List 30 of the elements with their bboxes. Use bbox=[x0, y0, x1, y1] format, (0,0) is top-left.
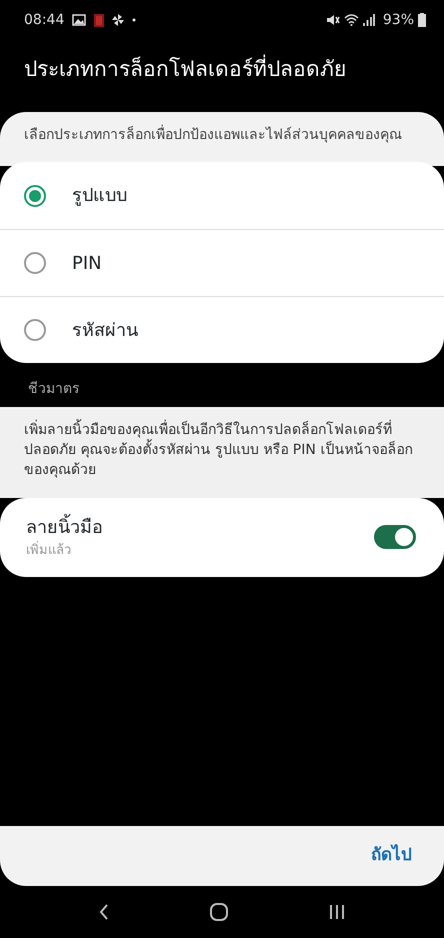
home-icon[interactable] bbox=[210, 903, 228, 921]
option-label: PIN bbox=[72, 252, 102, 276]
section-header: ชีวมาตร bbox=[27, 380, 81, 400]
radio-button[interactable] bbox=[24, 319, 46, 342]
option-label: รหัสผ่าน bbox=[72, 318, 138, 343]
wifi-icon bbox=[344, 14, 359, 26]
toggle-switch[interactable] bbox=[374, 525, 416, 550]
status-time: 08:44 bbox=[24, 10, 64, 30]
signal-icon bbox=[362, 14, 375, 26]
radio-button[interactable] bbox=[24, 184, 46, 207]
back-icon[interactable] bbox=[98, 904, 109, 920]
radio-button[interactable] bbox=[24, 252, 46, 274]
pinwheel-icon bbox=[112, 14, 124, 26]
description-text: เพิ่มลายนิ้วมือของคุณเพื่อเป็นอีกวิธีในการปลดล็อกโฟลเดอร์ที่ปลอดภัย คุณจะต้องตั้งรหัสผ่าน รูปแบบ หรือ PIN เป็นหน้าจอล็อกของคุณด้วย bbox=[0, 407, 444, 498]
dot-icon bbox=[132, 18, 136, 22]
gallery-icon bbox=[72, 14, 86, 26]
battery-icon bbox=[418, 13, 426, 27]
lock-type-option[interactable]: รหัสผ่าน bbox=[0, 296, 444, 364]
setting-title: ลายนิ้วมือ bbox=[26, 514, 374, 542]
option-label: รูปแบบ bbox=[72, 184, 127, 208]
description-text: เลือกประเภทการล็อกเพื่อปกป้องแอพและไฟล์ส่วนบุคคลของคุณ bbox=[0, 112, 444, 166]
setting-subtitle: เพิ่มแล้ว bbox=[26, 541, 374, 561]
next-button[interactable]: ถัดไป bbox=[367, 839, 416, 873]
page-title: ประเภทการล็อกโฟลเดอร์ที่ปลอดภัย bbox=[0, 40, 444, 112]
battery-percent: 93% bbox=[382, 10, 414, 30]
mute-icon bbox=[326, 14, 340, 26]
lock-type-option[interactable]: PIN bbox=[0, 229, 444, 296]
recents-icon[interactable] bbox=[329, 904, 346, 920]
app-icon bbox=[94, 14, 104, 26]
setting-card[interactable]: ลายนิ้วมือ เพิ่มแล้ว bbox=[0, 498, 444, 577]
